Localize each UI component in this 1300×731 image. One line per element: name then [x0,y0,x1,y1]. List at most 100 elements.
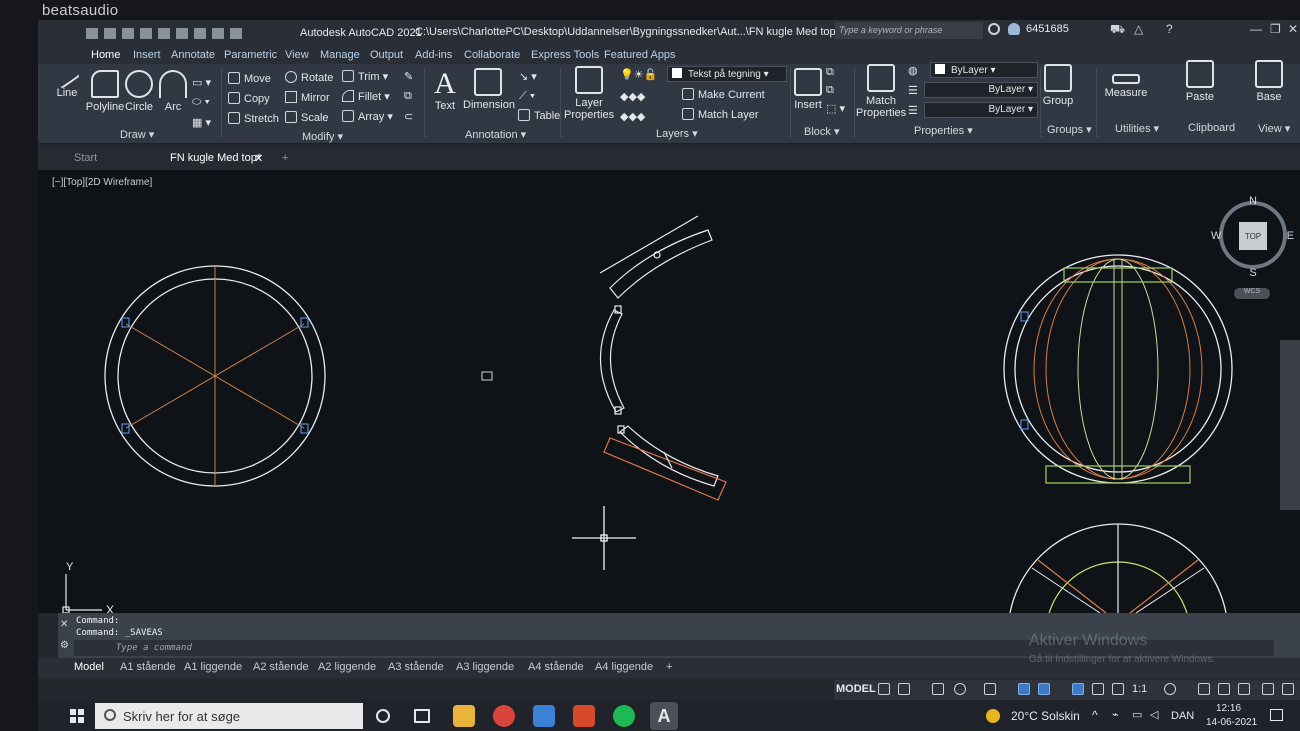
tab-manage[interactable]: Manage [320,49,360,61]
explode-icon[interactable]: ⊂ [404,110,413,123]
new-tab-icon[interactable]: + [282,152,288,164]
office-icon[interactable] [573,705,595,727]
plus-icon[interactable] [1198,683,1210,695]
measure-button[interactable]: Measure [1104,64,1148,99]
customization-menu-icon[interactable] [1282,683,1294,695]
match-layer-button[interactable]: Match Layer [682,108,759,121]
annotation-visibility-icon[interactable] [1072,683,1084,695]
color-wheel-icon[interactable]: ◍ [908,64,918,77]
clean-screen-icon[interactable] [1262,683,1274,695]
help-search-input[interactable]: Type a keyword or phrase [835,22,983,39]
weather-text[interactable]: 20°C Solskin [1011,709,1080,723]
tray-chevron-icon[interactable]: ^ [1092,708,1098,722]
paste-button[interactable]: Paste [1184,60,1216,103]
battery-icon[interactable]: ▭ [1132,708,1142,721]
array-button[interactable]: Array ▾ [342,110,393,123]
table-button[interactable]: Table [518,109,560,122]
erase-icon[interactable]: ✎ [404,70,413,83]
leader-icon[interactable]: ↘ ▾ [519,70,537,83]
base-view-button[interactable]: Base [1252,60,1286,103]
lineweight-display-icon[interactable] [1018,683,1030,695]
text-button[interactable]: A Text [432,68,458,113]
layers-panel-title[interactable]: Layers ▾ [656,127,698,140]
make-current-button[interactable]: Make Current [682,88,765,101]
linetype-dropdown[interactable]: ByLayer ▾ [924,82,1038,98]
network-icon[interactable]: ⌁ [1112,708,1119,721]
polyline-tool[interactable]: Polyline [82,70,128,113]
create-block-icon[interactable]: ⧉ [826,66,834,79]
color-dropdown[interactable]: ByLayer ▾ [930,62,1038,78]
help-icon[interactable]: ? [1166,22,1173,36]
open-from-web-icon[interactable] [158,28,170,39]
undo-icon[interactable] [212,28,224,39]
add-layout-icon[interactable]: + [666,661,672,673]
cart-icon[interactable]: ⛟ [1110,22,1125,38]
linetype-icon[interactable]: ☰ [908,84,918,97]
block-panel-title[interactable]: Block ▾ [804,125,839,138]
layer-tool-icons-1[interactable]: ◆◆◆ [620,90,645,103]
match-properties-button[interactable]: Match Properties [856,64,906,119]
hardware-acceleration-icon[interactable] [1238,683,1250,695]
windows-start-icon[interactable] [70,709,84,723]
dimension-button[interactable]: Dimension [463,68,515,111]
modify-panel-title[interactable]: Modify ▾ [302,130,343,143]
tab-a2-staende[interactable]: A2 stående [253,661,309,673]
drawing-canvas[interactable]: Y X [38,170,1300,613]
offset-icon[interactable]: ⧉ [404,90,412,103]
workspace-gear-icon[interactable] [1164,683,1176,695]
layer-tool-icons-2[interactable]: ◆◆◆ [620,110,645,123]
tab-home[interactable]: Home [91,49,120,61]
clipboard-panel-title[interactable]: Clipboard [1188,122,1235,134]
tab-featured-apps[interactable]: Featured Apps [604,49,676,61]
ellipse-icon[interactable]: ⬭ ▾ [192,96,210,109]
groups-panel-title[interactable]: Groups ▾ [1047,123,1092,136]
taskbar-search-input[interactable]: Skriv her for at søge [95,703,363,729]
hatch-icon[interactable]: ▦ ▾ [192,116,211,129]
lineweight-dropdown[interactable]: ByLayer ▾ [924,102,1038,118]
model-space-button[interactable]: MODEL [836,683,876,695]
save-as-icon[interactable] [140,28,152,39]
open-file-icon[interactable] [104,28,116,39]
stretch-button[interactable]: Stretch [228,112,279,125]
minimize-icon[interactable]: — [1250,22,1262,36]
line-tool[interactable]: Line [52,64,82,99]
file-explorer-icon[interactable] [453,705,475,727]
tab-insert[interactable]: Insert [133,49,161,61]
draw-panel-title[interactable]: Draw ▾ [120,128,154,141]
tab-a1-staende[interactable]: A1 stående [120,661,176,673]
block-attributes-icon[interactable]: ⬚ ▾ [826,102,845,115]
view-panel-title[interactable]: View ▾ [1258,122,1290,135]
circle-tool[interactable]: Circle [124,70,154,113]
spotify-icon[interactable] [613,705,635,727]
notifications-icon[interactable] [1270,709,1283,721]
annotation-panel-title[interactable]: Annotation ▾ [465,128,526,141]
scale-button[interactable]: Scale [285,111,329,124]
tab-express-tools[interactable]: Express Tools [531,49,599,61]
close-command-icon[interactable]: ✕ [60,619,68,630]
save-icon[interactable] [122,28,134,39]
user-name[interactable]: 6451685 [1026,23,1069,35]
tab-collaborate[interactable]: Collaborate [464,49,520,61]
search-icon[interactable] [988,23,1000,35]
tab-model[interactable]: Model [74,661,104,673]
mail-icon[interactable] [533,705,555,727]
navigation-bar[interactable] [1280,340,1300,510]
dim-style-icon[interactable]: ⟋ ▾ [519,90,535,103]
task-view-icon[interactable] [414,709,430,723]
mirror-button[interactable]: Mirror [285,91,330,104]
ortho-icon[interactable] [932,683,944,695]
snap-icon[interactable] [898,683,910,695]
utilities-panel-title[interactable]: Utilities ▾ [1115,122,1159,135]
new-file-icon[interactable] [86,28,98,39]
move-button[interactable]: Move [228,72,271,85]
tab-annotate[interactable]: Annotate [171,49,215,61]
osnap-icon[interactable] [984,683,996,695]
language-indicator[interactable]: DAN [1171,710,1194,722]
layer-properties-button[interactable]: Layer Properties [564,66,614,121]
chrome-icon[interactable] [493,705,515,727]
cortana-icon[interactable] [376,709,390,723]
redo-icon[interactable] [230,28,242,39]
tab-a4-liggende[interactable]: A4 liggende [595,661,653,673]
drawing-viewport[interactable]: [−][Top][2D Wireframe] Y X N S E W TOP W… [38,170,1300,613]
tab-a3-staende[interactable]: A3 stående [388,661,444,673]
